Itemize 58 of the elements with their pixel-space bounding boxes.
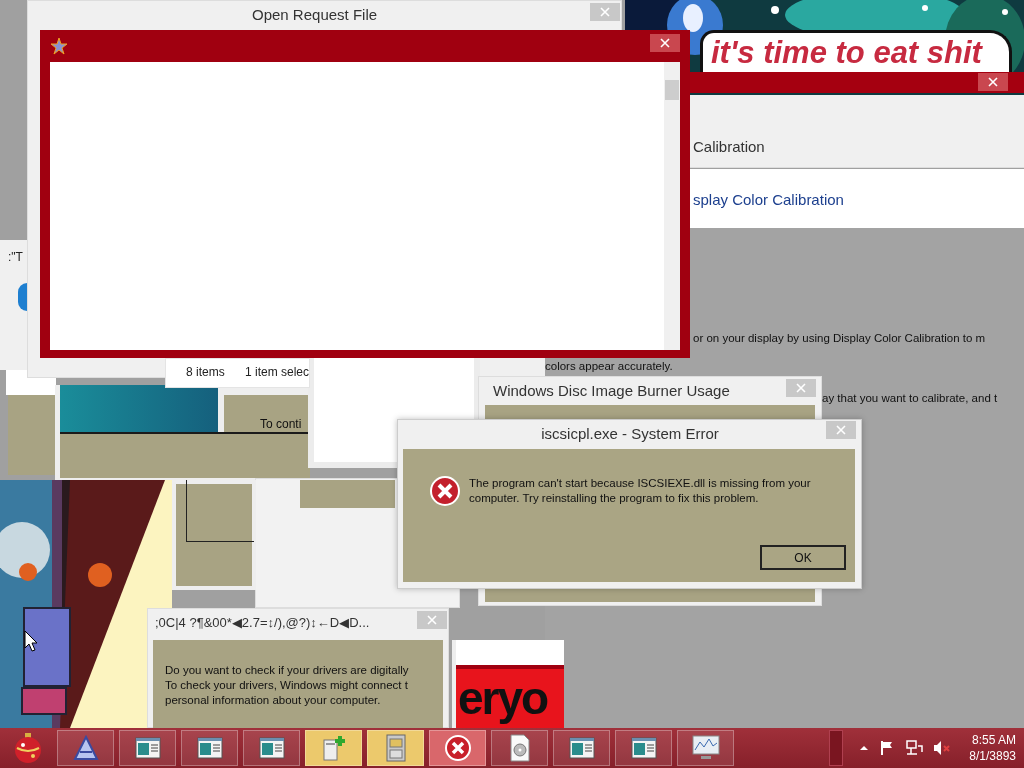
taskbar-button[interactable] xyxy=(615,730,672,766)
taskbar-button[interactable] xyxy=(119,730,176,766)
taskbar-button[interactable] xyxy=(57,730,114,766)
close-icon xyxy=(796,383,806,393)
error-icon xyxy=(443,734,472,762)
status-text: 8 items xyxy=(186,365,225,379)
error-icon xyxy=(429,475,461,507)
close-icon xyxy=(427,615,437,625)
scroll-thumb[interactable] xyxy=(665,80,679,100)
clock-date[interactable]: 8/1/3893 xyxy=(969,748,1016,764)
calibration-link[interactable]: splay Color Calibration xyxy=(693,191,844,208)
description-text: ay that you want to calibrate, and t xyxy=(822,392,998,404)
muted-speaker-icon[interactable] xyxy=(933,740,952,756)
window-title: iscsicpl.exe - System Error xyxy=(540,425,720,442)
close-button[interactable] xyxy=(650,34,680,52)
dialog-text: To check your drivers, Windows might connect t xyxy=(165,679,408,691)
close-button[interactable] xyxy=(978,73,1008,91)
close-icon xyxy=(836,425,846,435)
text-fragment: To conti xyxy=(260,417,302,431)
window-title: Open Request File xyxy=(252,6,378,23)
close-icon xyxy=(660,38,670,48)
window-title: ;0C|4 ?¶&00*◀2.7=↕/),@?)↕←D◀D... xyxy=(155,615,370,630)
taskbar-button[interactable] xyxy=(553,730,610,766)
window-icon xyxy=(568,737,595,759)
taskbar-button[interactable] xyxy=(181,730,238,766)
ornament-icon[interactable] xyxy=(13,732,43,764)
scrollbar[interactable] xyxy=(664,62,680,350)
window-icon xyxy=(258,737,285,759)
error-message: The program can't start because ISCSIEXE.dll is missing from your computer. Try reinstalling the program to fix this problem. xyxy=(469,476,812,506)
triangle-logo-icon xyxy=(72,735,99,761)
window-icon xyxy=(196,737,223,759)
round-icon xyxy=(18,283,27,311)
network-icon[interactable] xyxy=(905,740,924,756)
clock-time[interactable]: 8:55 AM xyxy=(971,732,1016,748)
status-text: 1 item selec xyxy=(245,365,310,379)
section-heading: Calibration xyxy=(693,138,765,155)
cursor-icon xyxy=(24,630,38,652)
taskbar-button[interactable] xyxy=(243,730,300,766)
close-icon xyxy=(600,7,610,17)
taskbar-button[interactable] xyxy=(677,730,734,766)
close-icon xyxy=(988,77,998,87)
taskbar-button[interactable] xyxy=(429,730,486,766)
description-text: colors appear accurately. xyxy=(545,360,673,372)
window-title: Windows Disc Image Burner Usage xyxy=(493,382,730,399)
caret-icon[interactable] xyxy=(859,744,870,752)
window-icon xyxy=(134,737,161,759)
description-text: or on your display by using Display Color Calibration to m xyxy=(693,332,986,344)
dialog-text: personal information about your computer. xyxy=(165,694,381,706)
cabinet-icon xyxy=(383,734,408,762)
disc-file-icon xyxy=(508,734,531,762)
window-icon xyxy=(630,737,657,759)
taskbar-button[interactable] xyxy=(491,730,548,766)
text-fragment: :"T xyxy=(8,250,23,264)
monitor-chart-icon xyxy=(690,734,721,762)
star-icon xyxy=(50,37,68,55)
ok-button[interactable]: OK xyxy=(760,545,846,570)
poster-text: eryo xyxy=(456,665,564,728)
dialog-text: Do you want to check if your drivers are digitally xyxy=(165,664,409,676)
